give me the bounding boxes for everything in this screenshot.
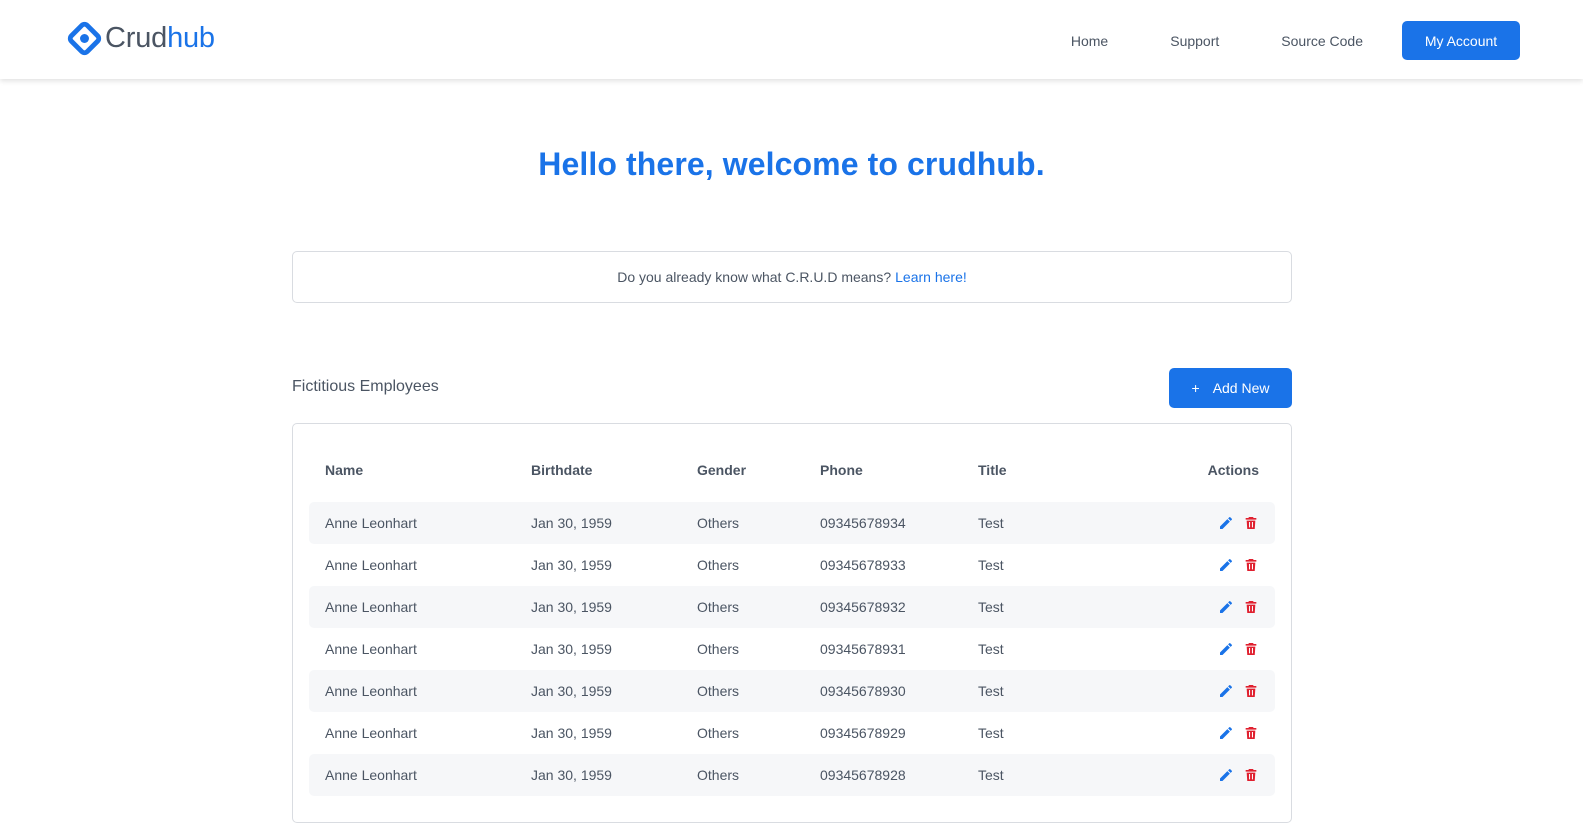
- cell-gender: Others: [697, 725, 740, 741]
- cell-birthdate: Jan 30, 1959: [531, 557, 612, 573]
- cell-phone: 09345678930: [820, 683, 906, 699]
- brand-name-part2: hub: [167, 21, 215, 54]
- cell-actions: [1098, 557, 1275, 573]
- table-row: Anne Leonhart Jan 30, 1959 Others 093456…: [309, 712, 1275, 754]
- pencil-icon[interactable]: [1218, 683, 1234, 699]
- add-new-label: Add New: [1212, 380, 1270, 396]
- cell-phone: 09345678928: [820, 767, 906, 783]
- cell-name: Anne Leonhart: [325, 557, 417, 573]
- cell-birthdate: Jan 30, 1959: [531, 641, 612, 657]
- cell-phone: 09345678931: [820, 641, 906, 657]
- table-row: Anne Leonhart Jan 30, 1959 Others 093456…: [309, 628, 1275, 670]
- cell-title: Test: [978, 725, 1004, 741]
- page-title: Hello there, welcome to crudhub.: [538, 146, 1045, 182]
- trash-icon[interactable]: [1243, 683, 1259, 699]
- cell-title: Test: [978, 557, 1004, 573]
- cell-name: Anne Leonhart: [325, 683, 417, 699]
- trash-icon[interactable]: [1243, 767, 1259, 783]
- pencil-icon[interactable]: [1218, 557, 1234, 573]
- cell-actions: [1098, 599, 1275, 615]
- column-header-phone: Phone: [820, 462, 863, 478]
- cell-actions: [1098, 641, 1275, 657]
- cell-phone: 09345678934: [820, 515, 906, 531]
- cell-gender: Others: [697, 515, 740, 531]
- cell-actions: [1098, 683, 1275, 699]
- cell-actions: [1098, 515, 1275, 531]
- nav-source-code-link[interactable]: Source Code: [1281, 33, 1363, 49]
- trash-icon[interactable]: [1243, 641, 1259, 657]
- cell-phone: 09345678929: [820, 725, 906, 741]
- learn-here-link[interactable]: Learn here!: [895, 269, 967, 285]
- cell-name: Anne Leonhart: [325, 641, 417, 657]
- cell-title: Test: [978, 641, 1004, 657]
- main-nav: Home Support Source Code My Account: [1071, 21, 1520, 60]
- cell-birthdate: Jan 30, 1959: [531, 599, 612, 615]
- table-row: Anne Leonhart Jan 30, 1959 Others 093456…: [309, 670, 1275, 712]
- cell-title: Test: [978, 515, 1004, 531]
- table-row: Anne Leonhart Jan 30, 1959 Others 093456…: [309, 754, 1275, 796]
- add-new-button[interactable]: + Add New: [1169, 368, 1292, 408]
- cell-title: Test: [978, 683, 1004, 699]
- cell-birthdate: Jan 30, 1959: [531, 515, 612, 531]
- brand-logo[interactable]: Crudhub: [67, 18, 215, 58]
- cell-gender: Others: [697, 557, 740, 573]
- column-header-gender: Gender: [697, 462, 747, 478]
- diamond-logo-icon: [67, 21, 102, 55]
- table-row: Anne Leonhart Jan 30, 1959 Others 093456…: [309, 544, 1275, 586]
- nav-home-link[interactable]: Home: [1071, 33, 1108, 49]
- brand-name-part1: Crud: [105, 21, 168, 54]
- column-header-actions: Actions: [1207, 462, 1259, 478]
- cell-name: Anne Leonhart: [325, 515, 417, 531]
- cell-birthdate: Jan 30, 1959: [531, 767, 612, 783]
- table-row: Anne Leonhart Jan 30, 1959 Others 093456…: [309, 586, 1275, 628]
- cell-birthdate: Jan 30, 1959: [531, 683, 612, 699]
- trash-icon[interactable]: [1243, 515, 1259, 531]
- brand-name: Crudhub: [105, 21, 215, 54]
- cell-gender: Others: [697, 767, 740, 783]
- column-header-name: Name: [325, 462, 364, 478]
- pencil-icon[interactable]: [1218, 725, 1234, 741]
- trash-icon[interactable]: [1243, 599, 1259, 615]
- cell-title: Test: [978, 599, 1004, 615]
- column-header-title: Title: [978, 462, 1007, 478]
- nav-support-link[interactable]: Support: [1170, 33, 1219, 49]
- pencil-icon[interactable]: [1218, 599, 1234, 615]
- pencil-icon[interactable]: [1218, 641, 1234, 657]
- cell-birthdate: Jan 30, 1959: [531, 725, 612, 741]
- crud-info-text: Do you already know what C.R.U.D means?: [617, 269, 892, 285]
- trash-icon[interactable]: [1243, 725, 1259, 741]
- cell-gender: Others: [697, 599, 740, 615]
- plus-icon: +: [1191, 380, 1200, 396]
- cell-title: Test: [978, 767, 1004, 783]
- column-header-birthdate: Birthdate: [531, 462, 593, 478]
- cell-name: Anne Leonhart: [325, 767, 417, 783]
- crud-info-banner: Do you already know what C.R.U.D means? …: [292, 251, 1292, 303]
- my-account-button[interactable]: My Account: [1402, 21, 1520, 60]
- cell-actions: [1098, 725, 1275, 741]
- section-title: Fictitious Employees: [292, 378, 439, 395]
- cell-gender: Others: [697, 641, 740, 657]
- pencil-icon[interactable]: [1218, 767, 1234, 783]
- trash-icon[interactable]: [1243, 557, 1259, 573]
- cell-phone: 09345678932: [820, 599, 906, 615]
- cell-actions: [1098, 767, 1275, 783]
- table-row: Anne Leonhart Jan 30, 1959 Others 093456…: [309, 502, 1275, 544]
- cell-name: Anne Leonhart: [325, 599, 417, 615]
- cell-name: Anne Leonhart: [325, 725, 417, 741]
- cell-phone: 09345678933: [820, 557, 906, 573]
- employees-table: Name Birthdate Gender Phone Title Action…: [292, 423, 1292, 823]
- top-navbar: Crudhub Home Support Source Code My Acco…: [0, 0, 1583, 79]
- pencil-icon[interactable]: [1218, 515, 1234, 531]
- table-header: Name Birthdate Gender Phone Title Action…: [309, 424, 1275, 502]
- cell-gender: Others: [697, 683, 740, 699]
